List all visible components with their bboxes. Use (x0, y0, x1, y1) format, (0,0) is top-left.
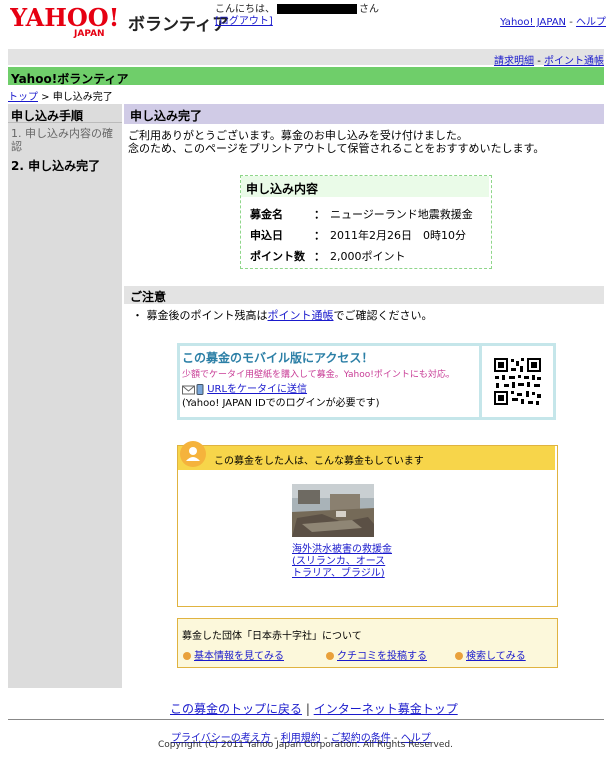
notice-text-pre: ・ 募金後のポイント残高は (132, 309, 268, 322)
yahoo-japan-link[interactable]: Yahoo! JAPAN (500, 17, 566, 28)
top-nav: Yahoo! JAPAN - ヘルプ (500, 13, 606, 28)
mobile-login-note: (Yahoo! JAPAN IDでのログインが必要です) (182, 398, 380, 409)
internet-fund-top-link[interactable]: インターネット募金トップ (314, 702, 458, 716)
summary-colon: ： (314, 229, 325, 242)
step-complete: 2. 申し込み完了 (11, 159, 101, 173)
sidebar-divider (8, 122, 122, 123)
arrow-bullet-icon (183, 652, 191, 660)
summary-colon: ： (314, 250, 325, 263)
person-icon (180, 441, 206, 467)
nav-separator: - (566, 17, 576, 28)
summary-row-points: ポイント数 ： 2,000ポイント (250, 248, 406, 264)
post-review-link[interactable]: クチコミを投稿する (337, 651, 427, 662)
summary-value: 2011年2月26日 0時10分 (330, 229, 466, 242)
point-book-inline-link[interactable]: ポイント通帳 (268, 309, 334, 322)
search-org-link[interactable]: 検索してみる (466, 651, 526, 662)
statement-link[interactable]: 請求明細 (494, 56, 534, 67)
fund-top-link[interactable]: この募金のトップに戻る (170, 702, 302, 716)
thanks-line-1: ご利用ありがとうございます。募金のお申し込みを受け付けました。 (128, 129, 468, 142)
notice-header-bar (124, 286, 604, 304)
thanks-message: ご利用ありがとうございます。募金のお申し込みを受け付けました。 念のため、このペ… (128, 129, 544, 155)
yahoo-japan-logo[interactable]: YAHOO! JAPAN (10, 4, 122, 38)
footer-divider (8, 719, 604, 720)
summary-label: 募金名 (250, 208, 283, 221)
related-donations-title: この募金をした人は、こんな募金もしています (214, 456, 424, 467)
summary-value: ニュージーランド地震救援金 (330, 208, 473, 221)
send-url-row: URLをケータイに送信 (182, 380, 307, 395)
greeting-suffix: さん (359, 4, 379, 15)
step-confirm: 1. 申し込み内容の確認 (11, 127, 113, 153)
notice-title: ご注意 (130, 290, 167, 304)
related-donation-link-wrap: 海外洪水被害の救援金(スリランカ、オーストラリア、ブラジル) (292, 544, 392, 580)
qr-code-icon (482, 346, 553, 417)
logout-link[interactable]: [ログアウト] (215, 16, 273, 27)
logo-sub-text: JAPAN (73, 29, 105, 38)
breadcrumb-top-link[interactable]: トップ (8, 92, 38, 103)
summary-title: 申し込み内容 (246, 182, 319, 196)
copyright: Copyright (C) 2011 Yahoo Japan Corporati… (158, 740, 453, 750)
mail-phone-icon (182, 383, 204, 395)
help-link[interactable]: ヘルプ (576, 17, 606, 28)
breadcrumb-arrow: > (38, 92, 53, 103)
summary-row-fund: 募金名 ： ニュージーランド地震救援金 (250, 206, 473, 222)
related-donation-link[interactable]: 海外洪水被害の救援金(スリランカ、オーストラリア、ブラジル) (292, 544, 392, 579)
breadcrumb: トップ > 申し込み完了 (8, 88, 113, 103)
summary-label: 申込日 (250, 229, 283, 242)
redacted-username (277, 4, 357, 14)
service-title: ボランティア (128, 15, 229, 35)
organization-title: 募金した団体「日本赤十字社」について (182, 631, 362, 642)
summary-label: ポイント数 (250, 250, 305, 263)
basic-info-link[interactable]: 基本情報を見てみる (194, 651, 284, 662)
summary-value: 2,000ポイント (330, 250, 406, 263)
section-title: Yahoo!ボランティア (11, 72, 129, 86)
org-review: クチコミを投稿する (326, 647, 427, 662)
footer-separator: | (302, 702, 314, 716)
greeting-prefix: こんにちは、 (215, 4, 275, 15)
notice-text-post: でご確認ください。 (333, 309, 433, 322)
account-nav: 請求明細 - ポイント通帳 (494, 52, 604, 67)
arrow-bullet-icon (455, 652, 463, 660)
thanks-line-2: 念のため、このページをプリントアウトして保管されることをおすすめいたします。 (128, 142, 545, 155)
footer-main-links: この募金のトップに戻る | インターネット募金トップ (170, 700, 458, 717)
mobile-banner-subtitle: 少額でケータイ用壁紙を購入して募金。Yahoo!ポイントにも対応。 (182, 370, 455, 380)
page-title: 申し込み完了 (130, 109, 203, 123)
summary-colon: ： (314, 208, 325, 221)
steps-sidebar (8, 104, 122, 688)
arrow-bullet-icon (326, 652, 334, 660)
breadcrumb-current: 申し込み完了 (52, 92, 113, 103)
flood-photo-image[interactable] (292, 484, 374, 537)
org-basic-info: 基本情報を見てみる (183, 647, 284, 662)
point-book-link[interactable]: ポイント通帳 (544, 56, 604, 67)
org-search: 検索してみる (455, 647, 526, 662)
notice-text: ・ 募金後のポイント残高はポイント通帳でご確認ください。 (132, 307, 433, 323)
mobile-banner-title: この募金のモバイル版にアクセス！ (182, 351, 374, 365)
subnav-separator: - (534, 56, 544, 67)
logo-text: YAHOO! (10, 4, 119, 32)
greeting: こんにちは、 さん [ログアウト] (215, 4, 379, 28)
summary-row-date: 申込日 ： 2011年2月26日 0時10分 (250, 227, 466, 243)
